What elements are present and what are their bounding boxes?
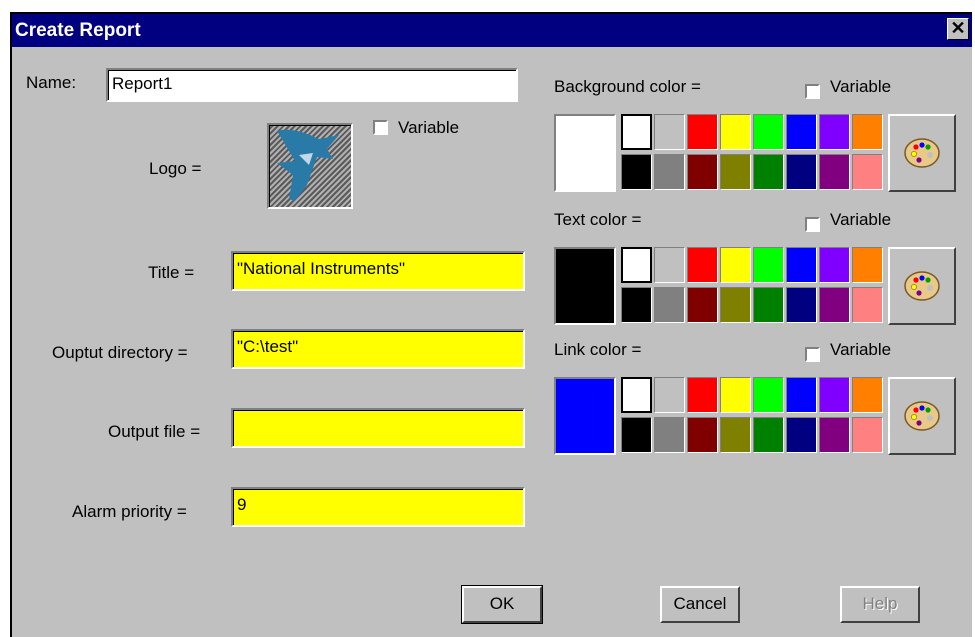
palette-swatch[interactable]: [753, 287, 784, 323]
palette-swatch[interactable]: [621, 377, 652, 413]
palette-swatch[interactable]: [720, 377, 751, 413]
palette-swatch[interactable]: [654, 247, 685, 283]
palette-swatch[interactable]: [621, 154, 652, 190]
palette-swatch[interactable]: [852, 114, 883, 150]
output-file-label: Output file =: [108, 422, 201, 441]
logo-variable-checkbox[interactable]: [373, 120, 388, 135]
color-group-variable-checkbox[interactable]: [805, 347, 820, 362]
color-group-label: Background color =: [554, 77, 701, 96]
create-report-dialog: Create Report ✕ Name: Report1 Logo = Var…: [10, 12, 972, 637]
window-title: Create Report: [15, 20, 141, 41]
palette-swatch[interactable]: [819, 247, 850, 283]
palette-swatch[interactable]: [753, 154, 784, 190]
palette-swatch[interactable]: [786, 287, 817, 323]
palette-swatch[interactable]: [654, 154, 685, 190]
ok-button[interactable]: OK: [461, 585, 543, 624]
palette-swatch[interactable]: [819, 417, 850, 453]
palette-swatch[interactable]: [720, 417, 751, 453]
color-group-variable-label: Variable: [830, 340, 892, 359]
palette-swatch[interactable]: [621, 417, 652, 453]
name-input-value: Report1: [112, 74, 173, 93]
palette-swatch[interactable]: [720, 154, 751, 190]
palette-swatch[interactable]: [654, 114, 685, 150]
current-color-swatch[interactable]: [554, 114, 616, 192]
help-button-label: Help: [862, 594, 898, 613]
close-icon: ✕: [950, 18, 966, 38]
palette-swatch[interactable]: [753, 247, 784, 283]
palette-swatch[interactable]: [819, 154, 850, 190]
custom-color-button[interactable]: [888, 247, 956, 325]
palette-swatch[interactable]: [654, 287, 685, 323]
palette-swatch[interactable]: [753, 377, 784, 413]
cancel-button[interactable]: Cancel: [660, 586, 740, 623]
current-color-swatch[interactable]: [554, 247, 616, 325]
palette-swatch[interactable]: [654, 417, 685, 453]
output-file-input[interactable]: [231, 408, 525, 448]
palette-swatch[interactable]: [654, 377, 685, 413]
national-instruments-eagle-icon: [277, 129, 339, 201]
palette-swatch[interactable]: [786, 417, 817, 453]
palette-swatch[interactable]: [687, 154, 718, 190]
palette-swatch[interactable]: [819, 377, 850, 413]
palette-swatch[interactable]: [786, 154, 817, 190]
help-button[interactable]: Help: [840, 586, 920, 623]
palette-swatch[interactable]: [852, 154, 883, 190]
palette-swatch[interactable]: [852, 247, 883, 283]
logo-variable-label: Variable: [398, 118, 460, 137]
palette-swatch[interactable]: [819, 287, 850, 323]
title-label: Title =: [148, 263, 195, 282]
palette-swatch[interactable]: [753, 114, 784, 150]
output-directory-input[interactable]: "C:\test": [231, 329, 525, 369]
title-input[interactable]: "National Instruments": [231, 251, 525, 291]
palette-swatch[interactable]: [852, 417, 883, 453]
palette-swatch[interactable]: [687, 287, 718, 323]
custom-color-button[interactable]: [888, 114, 956, 192]
color-group-variable-label: Variable: [830, 210, 892, 229]
palette-swatch[interactable]: [720, 114, 751, 150]
palette-swatch[interactable]: [621, 247, 652, 283]
palette-swatch[interactable]: [852, 377, 883, 413]
color-group-label: Link color =: [554, 340, 642, 359]
palette-swatch[interactable]: [687, 114, 718, 150]
palette-icon: [904, 271, 940, 301]
name-label: Name:: [26, 73, 77, 92]
current-color-swatch[interactable]: [554, 377, 616, 455]
close-button[interactable]: ✕: [947, 18, 969, 40]
palette-swatch[interactable]: [687, 377, 718, 413]
palette-swatch[interactable]: [819, 114, 850, 150]
palette-swatch[interactable]: [621, 287, 652, 323]
palette-swatch[interactable]: [786, 247, 817, 283]
color-group-label: Text color =: [554, 210, 642, 229]
custom-color-button[interactable]: [888, 377, 956, 455]
color-group-variable-label: Variable: [830, 77, 892, 96]
logo-label: Logo =: [149, 159, 202, 178]
palette-icon: [904, 401, 940, 431]
palette-icon: [904, 138, 940, 168]
alarm-priority-label: Alarm priority =: [72, 502, 187, 521]
palette-swatch[interactable]: [852, 287, 883, 323]
title-bar[interactable]: Create Report ✕: [12, 14, 972, 47]
ok-button-label: OK: [489, 594, 515, 613]
palette-swatch[interactable]: [621, 114, 652, 150]
title-input-value: "National Instruments": [237, 259, 405, 278]
palette-swatch[interactable]: [786, 114, 817, 150]
alarm-priority-value: 9: [237, 495, 247, 514]
color-group-variable-checkbox[interactable]: [805, 84, 820, 99]
palette-swatch[interactable]: [687, 247, 718, 283]
color-group-variable-checkbox[interactable]: [805, 217, 820, 232]
cancel-button-label: Cancel: [673, 594, 727, 613]
palette-swatch[interactable]: [753, 417, 784, 453]
palette-swatch[interactable]: [786, 377, 817, 413]
logo-image[interactable]: [267, 123, 353, 209]
name-input[interactable]: Report1: [106, 68, 518, 102]
palette-swatch[interactable]: [720, 287, 751, 323]
output-directory-label: Ouptut directory =: [52, 343, 188, 362]
palette-swatch[interactable]: [687, 417, 718, 453]
palette-swatch[interactable]: [720, 247, 751, 283]
output-directory-value: "C:\test": [237, 337, 299, 356]
alarm-priority-input[interactable]: 9: [231, 487, 525, 527]
